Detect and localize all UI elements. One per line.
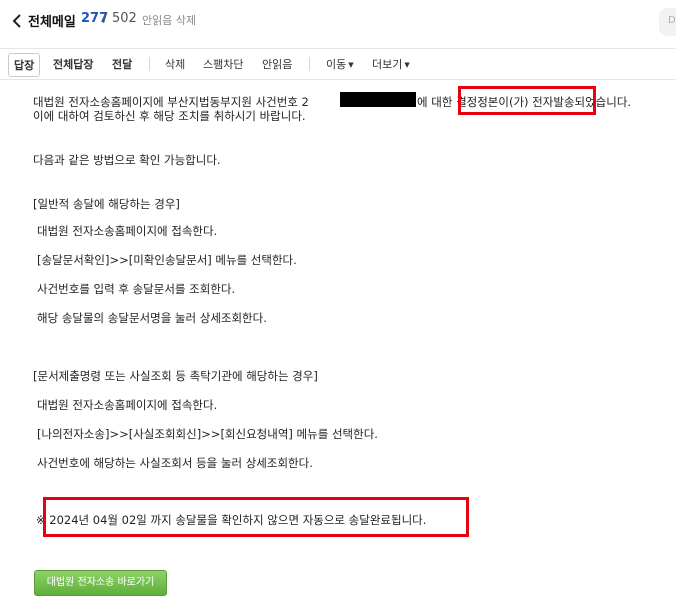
chevron-down-icon: ▼ xyxy=(404,61,410,69)
mailbox-title[interactable]: 전체메일 xyxy=(28,11,76,30)
back-arrow-icon[interactable] xyxy=(10,12,24,30)
step-line: 대법원 전자소송홈페이지에 접속한다. xyxy=(37,224,218,238)
court-shortcut-button[interactable]: 대법원 전자소송 바로가기 xyxy=(34,570,167,596)
mark-unread-button[interactable]: 안읽음 xyxy=(262,56,292,72)
toolbar-divider xyxy=(149,57,150,71)
highlight-box xyxy=(43,497,469,537)
chevron-down-icon: ▼ xyxy=(348,61,354,69)
step-line: 사건번호를 입력 후 송달문서를 조회한다. xyxy=(37,282,236,296)
delete-button[interactable]: 삭제 xyxy=(165,56,185,72)
top-right-button[interactable]: D xyxy=(659,8,676,36)
message-line: 이에 대하여 검토하신 후 해당 조치를 취하시기 바랍니다. xyxy=(33,109,306,123)
step-line: [송달문서확인]>>[미확인송달문서] 메뉴를 선택한다. xyxy=(37,253,297,267)
step-line: 해당 송달물의 송달문서명을 눌러 상세조회한다. xyxy=(37,311,267,325)
forward-button[interactable]: 전달 xyxy=(112,56,132,72)
intro-text: 대법원 전자소송홈페이지에 부산지법동부지원 사건번호 2 xyxy=(33,95,309,109)
redacted-case-number xyxy=(340,92,416,107)
more-dropdown[interactable]: 더보기 ▼ xyxy=(372,56,410,72)
section-title: [일반적 송달에 해당하는 경우] xyxy=(33,197,180,211)
reply-all-button[interactable]: 전체답장 xyxy=(53,56,93,72)
step-line: 사건번호에 해당하는 사실조회서 등을 눌러 상세조회한다. xyxy=(37,456,313,470)
mail-header: 전체메일 277 / 502 안읽음 삭제 D xyxy=(0,0,676,44)
move-label: 이동 xyxy=(326,58,347,71)
total-count: 502 xyxy=(112,11,137,26)
section-title: [문서제출명령 또는 사실조회 등 촉탁기관에 해당하는 경우] xyxy=(33,369,318,383)
count-separator: / xyxy=(103,11,108,26)
toolbar-divider xyxy=(309,57,310,71)
step-line: 대법원 전자소송홈페이지에 접속한다. xyxy=(37,398,218,412)
top-right-button-label: D xyxy=(668,15,676,26)
mail-toolbar: 답장 전체답장 전달 삭제 스팸차단 안읽음 이동 ▼ 더보기 ▼ xyxy=(0,48,676,80)
highlight-box xyxy=(458,86,596,115)
intro-text-2: 에 대한 xyxy=(417,95,457,109)
step-line: [나의전자소송]>>[사실조회회신]>>[회신요청내역] 메뉴를 선택한다. xyxy=(37,427,378,441)
methods-intro: 다음과 같은 방법으로 확인 가능합니다. xyxy=(33,153,221,167)
reply-button[interactable]: 답장 xyxy=(8,53,41,77)
block-spam-button[interactable]: 스팸차단 xyxy=(203,56,243,72)
delete-unread-link[interactable]: 안읽음 삭제 xyxy=(142,12,196,28)
more-label: 더보기 xyxy=(372,58,403,71)
move-dropdown[interactable]: 이동 ▼ xyxy=(326,56,354,72)
